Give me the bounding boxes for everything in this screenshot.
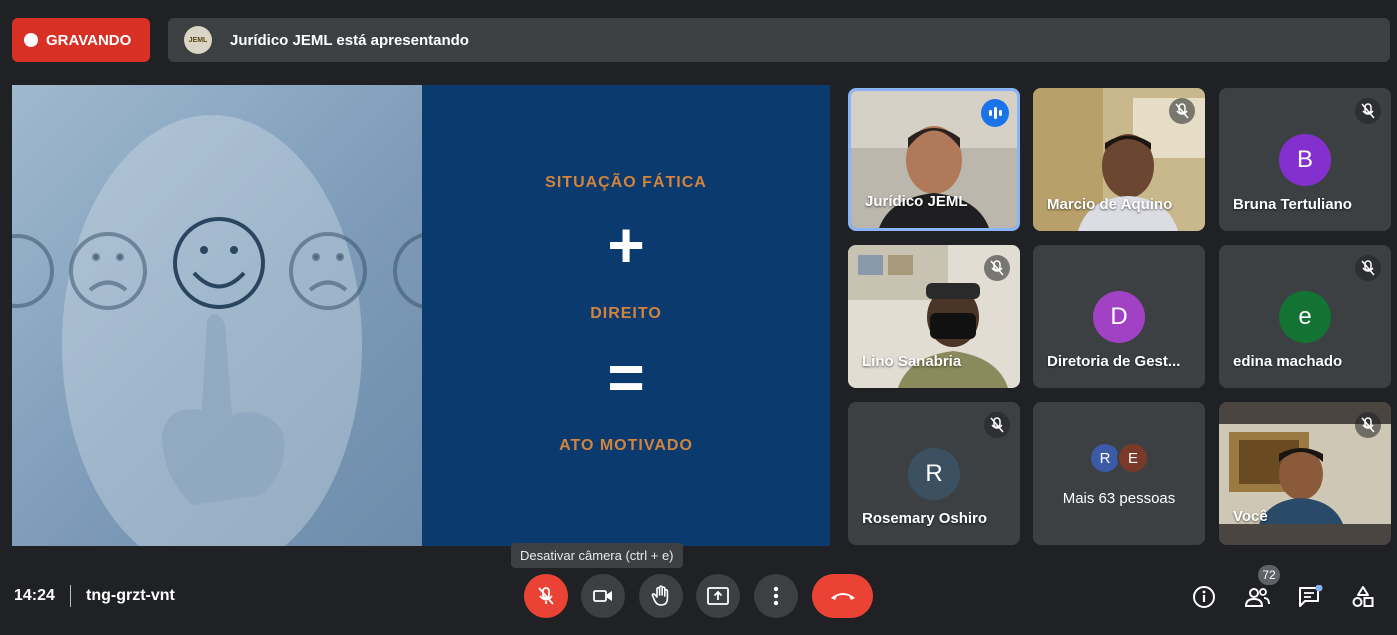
participant-avatar: B (1279, 134, 1331, 186)
presenting-banner: JEML Jurídico JEML está apresentando (168, 18, 1390, 62)
camera-icon (593, 590, 612, 602)
participant-name: Rosemary Oshiro (862, 510, 988, 527)
participant-name: edina machado (1233, 353, 1343, 370)
camera-toggle-button[interactable] (581, 574, 625, 618)
slide-image (12, 85, 471, 546)
end-call-button[interactable] (812, 574, 873, 618)
end-call-icon (830, 593, 855, 600)
meeting-code: tng-grzt-vnt (86, 587, 175, 604)
people-button[interactable] (1242, 582, 1272, 612)
participant-avatar: D (1093, 291, 1145, 343)
bottom-bar: 14:24 tng-grzt-vnt (0, 560, 1397, 635)
participant-avatar: R (908, 448, 960, 500)
slide-line-2: DIREITO (590, 305, 662, 322)
presenter-avatar: JEML (184, 26, 212, 54)
participant-name: Você (1233, 508, 1268, 525)
participant-name: Marcio de Aquino (1047, 196, 1173, 213)
mic-off-icon (1169, 98, 1195, 124)
mic-off-icon (538, 587, 554, 605)
meeting-info-button[interactable] (1189, 582, 1219, 612)
participant-name: Bruna Tertuliano (1233, 196, 1352, 213)
participant-name: Lino Sanabria (862, 353, 962, 370)
chat-button[interactable] (1295, 582, 1325, 612)
chat-icon (1299, 585, 1323, 607)
mic-off-icon (984, 255, 1010, 281)
speaking-indicator-icon (981, 99, 1009, 127)
hand-icon (651, 585, 669, 606)
more-options-button[interactable] (754, 574, 798, 618)
more-avatar: E (1117, 442, 1149, 474)
mic-off-icon (1355, 98, 1381, 124)
activities-button[interactable] (1348, 582, 1378, 612)
meeting-time: 14:24 (14, 587, 55, 604)
mic-toggle-button[interactable] (524, 574, 568, 618)
slide-text-panel: SITUAÇÃO FÁTICA + DIREITO = ATO MOTIVADO (422, 85, 830, 546)
participant-name: Diretoria de Gest... (1047, 353, 1181, 370)
participant-name: Jurídico JEML (865, 193, 968, 210)
people-icon (1244, 588, 1270, 607)
slide-line-3: ATO MOTIVADO (559, 437, 693, 454)
present-icon (707, 587, 729, 605)
smiley-faces-illustration (12, 115, 471, 546)
recording-label: GRAVANDO (46, 31, 132, 49)
more-icon (773, 586, 779, 606)
divider (70, 585, 71, 607)
record-dot-icon (24, 33, 38, 47)
presentation-slide: SITUAÇÃO FÁTICA + DIREITO = ATO MOTIVADO (12, 85, 830, 546)
presenting-text: Jurídico JEML está apresentando (230, 31, 469, 49)
participant-tile[interactable]: R Rosemary Oshiro (848, 402, 1020, 545)
slide-equals: = (607, 341, 645, 413)
top-bar: GRAVANDO JEML Jurídico JEML está apresen… (0, 0, 1397, 80)
more-participants-label: Mais 63 pessoas (1062, 490, 1176, 507)
people-count-badge: 72 (1258, 565, 1280, 585)
present-button[interactable] (696, 574, 740, 618)
mic-off-icon (1355, 412, 1381, 438)
mic-off-icon (1355, 255, 1381, 281)
activities-icon (1352, 586, 1374, 607)
info-icon (1193, 586, 1215, 608)
participant-tile[interactable]: Marcio de Aquino (1033, 88, 1205, 231)
participant-tile[interactable]: B Bruna Tertuliano (1219, 88, 1391, 231)
self-tile[interactable]: Você (1219, 402, 1391, 545)
participant-tile[interactable]: Lino Sanabria (848, 245, 1020, 388)
slide-plus: + (607, 209, 645, 281)
slide-line-1: SITUAÇÃO FÁTICA (545, 174, 707, 191)
participant-avatar: e (1279, 291, 1331, 343)
recording-indicator[interactable]: GRAVANDO (12, 18, 150, 62)
participant-tile[interactable]: D Diretoria de Gest... (1033, 245, 1205, 388)
participant-tile[interactable]: Jurídico JEML (848, 88, 1020, 231)
mic-off-icon (984, 412, 1010, 438)
raise-hand-button[interactable] (639, 574, 683, 618)
participant-tile[interactable]: e edina machado (1219, 245, 1391, 388)
more-participants-tile[interactable]: R E Mais 63 pessoas (1033, 402, 1205, 545)
